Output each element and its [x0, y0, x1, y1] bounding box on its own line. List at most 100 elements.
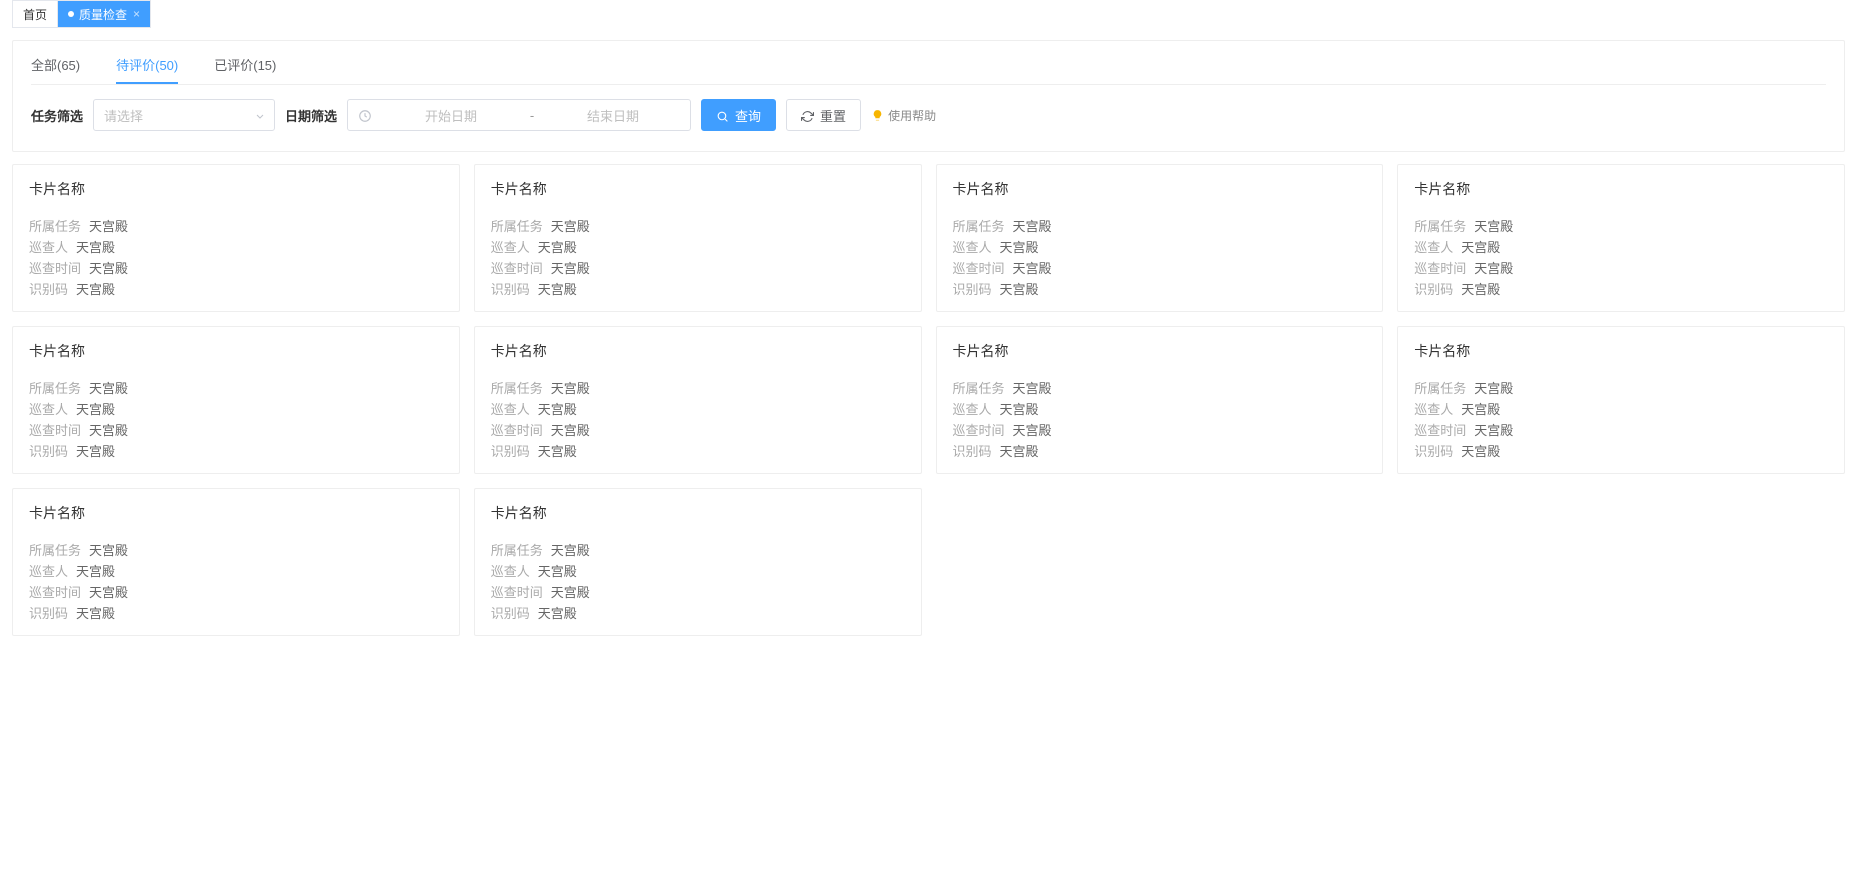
card-field-value: 天宫殿: [89, 541, 128, 560]
card-row-time: 巡查时间天宫殿: [1414, 259, 1828, 278]
card-row-task: 所属任务天宫殿: [953, 379, 1367, 398]
task-filter-select[interactable]: 请选择: [93, 99, 275, 131]
card-row-code: 识别码天宫殿: [1414, 280, 1828, 299]
filter-tab-2[interactable]: 已评价(15): [214, 45, 276, 84]
card-field-label: 巡查时间: [29, 421, 81, 440]
card-field-value: 天宫殿: [1000, 238, 1039, 257]
card-field-label: 巡查人: [953, 238, 992, 257]
refresh-icon: [801, 107, 814, 122]
card-row-time: 巡查时间天宫殿: [29, 259, 443, 278]
card-field-label: 识别码: [29, 280, 68, 299]
card-field-value: 天宫殿: [1461, 280, 1500, 299]
help-link[interactable]: 使用帮助: [871, 107, 936, 124]
card-field-label: 识别码: [1414, 442, 1453, 461]
card-field-value: 天宫殿: [89, 379, 128, 398]
card-field-value: 天宫殿: [76, 562, 115, 581]
card-field-label: 识别码: [953, 442, 992, 461]
card-field-label: 巡查时间: [953, 421, 1005, 440]
card-field-label: 巡查时间: [491, 421, 543, 440]
card-field-label: 巡查人: [491, 238, 530, 257]
card[interactable]: 卡片名称所属任务天宫殿巡查人天宫殿巡查时间天宫殿识别码天宫殿: [12, 164, 460, 312]
card-field-value: 天宫殿: [76, 280, 115, 299]
card-field-value: 天宫殿: [1013, 421, 1052, 440]
date-end-placeholder: 结束日期: [546, 106, 680, 125]
card-row-time: 巡查时间天宫殿: [491, 421, 905, 440]
card[interactable]: 卡片名称所属任务天宫殿巡查人天宫殿巡查时间天宫殿识别码天宫殿: [936, 164, 1384, 312]
close-icon[interactable]: ×: [133, 7, 140, 21]
task-filter-placeholder: 请选择: [104, 106, 143, 125]
card[interactable]: 卡片名称所属任务天宫殿巡查人天宫殿巡查时间天宫殿识别码天宫殿: [474, 326, 922, 474]
top-tab-0[interactable]: 首页: [13, 1, 58, 27]
card-row-inspector: 巡查人天宫殿: [1414, 400, 1828, 419]
card-field-label: 巡查人: [1414, 238, 1453, 257]
card-field-label: 巡查人: [491, 400, 530, 419]
filter-tabs: 全部(65) 待评价(50) 已评价(15): [31, 41, 1826, 85]
card-field-value: 天宫殿: [89, 259, 128, 278]
card-row-inspector: 巡查人天宫殿: [29, 238, 443, 257]
card-row-task: 所属任务天宫殿: [1414, 217, 1828, 236]
chevron-down-icon: [254, 108, 266, 123]
card-title: 卡片名称: [29, 341, 443, 361]
card-field-label: 识别码: [491, 280, 530, 299]
card-row-task: 所属任务天宫殿: [1414, 379, 1828, 398]
card-row-time: 巡查时间天宫殿: [1414, 421, 1828, 440]
card-field-value: 天宫殿: [76, 238, 115, 257]
card-row-task: 所属任务天宫殿: [29, 379, 443, 398]
card-row-task: 所属任务天宫殿: [953, 217, 1367, 236]
card[interactable]: 卡片名称所属任务天宫殿巡查人天宫殿巡查时间天宫殿识别码天宫殿: [12, 326, 460, 474]
top-tab-1[interactable]: 质量检查×: [58, 1, 150, 27]
clock-icon: [358, 107, 372, 123]
card-row-task: 所属任务天宫殿: [491, 379, 905, 398]
card[interactable]: 卡片名称所属任务天宫殿巡查人天宫殿巡查时间天宫殿识别码天宫殿: [474, 164, 922, 312]
card-row-inspector: 巡查人天宫殿: [491, 400, 905, 419]
card-field-value: 天宫殿: [538, 604, 577, 623]
card-row-time: 巡查时间天宫殿: [953, 421, 1367, 440]
card-title: 卡片名称: [953, 179, 1367, 199]
card-field-value: 天宫殿: [1000, 400, 1039, 419]
card-field-label: 识别码: [953, 280, 992, 299]
active-dot-icon: [68, 11, 74, 17]
filter-panel: 全部(65) 待评价(50) 已评价(15) 任务筛选 请选择 日期筛选 开始日期 …: [12, 40, 1845, 152]
card[interactable]: 卡片名称所属任务天宫殿巡查人天宫殿巡查时间天宫殿识别码天宫殿: [1397, 164, 1845, 312]
card-row-inspector: 巡查人天宫殿: [491, 562, 905, 581]
card-field-label: 所属任务: [491, 541, 543, 560]
filter-row: 任务筛选 请选择 日期筛选 开始日期 - 结束日期 查询: [31, 85, 1826, 137]
card-field-value: 天宫殿: [538, 562, 577, 581]
date-range-picker[interactable]: 开始日期 - 结束日期: [347, 99, 691, 131]
card-field-label: 识别码: [491, 442, 530, 461]
card-field-label: 巡查时间: [953, 259, 1005, 278]
card[interactable]: 卡片名称所属任务天宫殿巡查人天宫殿巡查时间天宫殿识别码天宫殿: [474, 488, 922, 636]
card-field-label: 所属任务: [29, 541, 81, 560]
card-field-value: 天宫殿: [1000, 442, 1039, 461]
card-field-label: 巡查时间: [1414, 421, 1466, 440]
card-field-value: 天宫殿: [551, 421, 590, 440]
card-field-value: 天宫殿: [551, 259, 590, 278]
card-row-code: 识别码天宫殿: [29, 604, 443, 623]
card-row-inspector: 巡查人天宫殿: [491, 238, 905, 257]
cards-grid: 卡片名称所属任务天宫殿巡查人天宫殿巡查时间天宫殿识别码天宫殿卡片名称所属任务天宫…: [12, 164, 1845, 636]
card-field-label: 巡查人: [29, 238, 68, 257]
card-field-value: 天宫殿: [538, 442, 577, 461]
card-row-time: 巡查时间天宫殿: [29, 583, 443, 602]
card-row-code: 识别码天宫殿: [953, 442, 1367, 461]
card-field-label: 所属任务: [953, 217, 1005, 236]
card[interactable]: 卡片名称所属任务天宫殿巡查人天宫殿巡查时间天宫殿识别码天宫殿: [1397, 326, 1845, 474]
filter-tab-0[interactable]: 全部(65): [31, 45, 80, 84]
card-row-code: 识别码天宫殿: [491, 604, 905, 623]
card-field-label: 巡查时间: [29, 583, 81, 602]
card[interactable]: 卡片名称所属任务天宫殿巡查人天宫殿巡查时间天宫殿识别码天宫殿: [936, 326, 1384, 474]
card-field-label: 巡查时间: [1414, 259, 1466, 278]
card-field-value: 天宫殿: [538, 400, 577, 419]
card-field-label: 巡查人: [29, 400, 68, 419]
card-field-label: 所属任务: [491, 379, 543, 398]
filter-tab-1[interactable]: 待评价(50): [116, 45, 178, 84]
reset-button[interactable]: 重置: [786, 99, 861, 131]
card-field-label: 所属任务: [491, 217, 543, 236]
card-field-value: 天宫殿: [1461, 400, 1500, 419]
card-field-value: 天宫殿: [1013, 259, 1052, 278]
query-button[interactable]: 查询: [701, 99, 776, 131]
card[interactable]: 卡片名称所属任务天宫殿巡查人天宫殿巡查时间天宫殿识别码天宫殿: [12, 488, 460, 636]
card-field-label: 所属任务: [953, 379, 1005, 398]
card-field-label: 巡查时间: [491, 583, 543, 602]
card-title: 卡片名称: [29, 503, 443, 523]
